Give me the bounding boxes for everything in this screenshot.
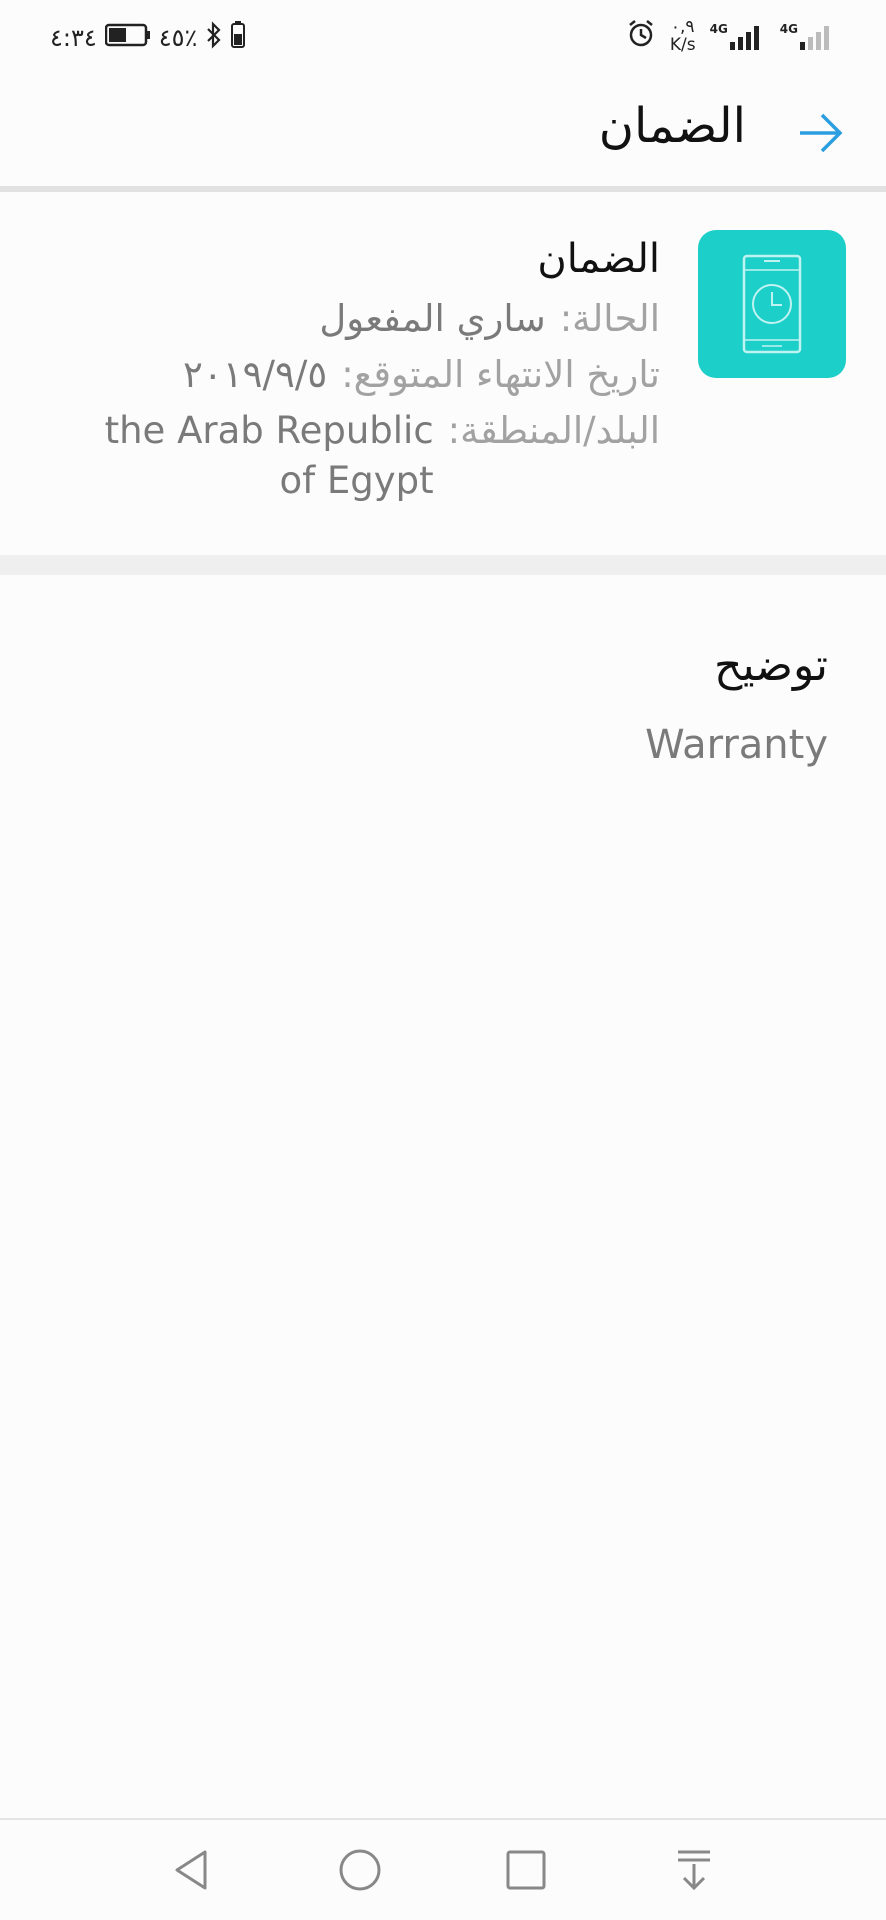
status-bar: ٤:٣٤ ٤٥٪ ٠,٩ K/s 4G 4G <box>0 0 886 76</box>
warranty-info: الضمان الحالة: ساري المفعول تاريخ الانته… <box>60 236 660 512</box>
status-label: الحالة: <box>559 297 660 340</box>
region-row: البلد/المنطقة: the Arab Republic of Egyp… <box>60 406 660 506</box>
alarm-icon <box>626 19 656 53</box>
network-speed: ٠,٩ K/s <box>670 18 696 54</box>
section-divider <box>0 555 886 575</box>
app-bar: الضمان <box>0 76 886 192</box>
pull-down-icon <box>678 1850 710 1891</box>
speed-unit: K/s <box>669 35 696 55</box>
signal-bars-weak-icon <box>800 26 829 50</box>
expiry-value: ٢٠١٩/٩/٥ <box>183 353 328 396</box>
net-type-1: 4G <box>709 22 728 36</box>
status-row: الحالة: ساري المفعول <box>60 294 660 344</box>
battery-percent: ٤٥٪ <box>158 24 198 52</box>
region-value: the Arab Republic of Egypt <box>104 409 434 502</box>
description-heading: توضيح <box>713 640 828 691</box>
page-title: الضمان <box>598 98 746 154</box>
bluetooth-icon <box>205 21 223 55</box>
expiry-label: تاريخ الانتهاء المتوقع: <box>341 353 660 396</box>
net-type-2: 4G <box>779 22 798 36</box>
signal-1: 4G <box>710 22 766 50</box>
signal-bars-icon <box>729 26 759 50</box>
nav-notifications-button[interactable] <box>666 1842 722 1898</box>
clock: ٤:٣٤ <box>50 24 97 52</box>
nav-home-button[interactable] <box>332 1842 388 1898</box>
phone-clock-icon <box>698 230 846 378</box>
description-text: Warranty <box>645 722 828 768</box>
square-recents-icon <box>506 1850 546 1890</box>
back-button[interactable] <box>796 108 846 158</box>
status-right: ٠,٩ K/s 4G 4G <box>626 14 836 58</box>
battery-saver-icon <box>231 21 246 55</box>
navigation-bar <box>0 1818 886 1920</box>
battery-icon <box>104 23 151 53</box>
status-left: ٤:٣٤ ٤٥٪ <box>50 18 246 58</box>
speed-value: ٠,٩ <box>670 17 695 37</box>
region-label: البلد/المنطقة: <box>447 409 660 452</box>
signal-2: 4G <box>780 22 836 50</box>
circle-home-icon <box>339 1849 381 1891</box>
arrow-right-icon <box>800 113 843 153</box>
expiry-row: تاريخ الانتهاء المتوقع: ٢٠١٩/٩/٥ <box>60 350 660 400</box>
nav-back-button[interactable] <box>165 1842 221 1898</box>
warranty-card: الضمان الحالة: ساري المفعول تاريخ الانته… <box>0 192 886 555</box>
nav-recents-button[interactable] <box>498 1842 554 1898</box>
status-value: ساري المفعول <box>319 297 546 340</box>
triangle-back-icon <box>175 1850 207 1890</box>
warranty-title: الضمان <box>537 236 660 282</box>
